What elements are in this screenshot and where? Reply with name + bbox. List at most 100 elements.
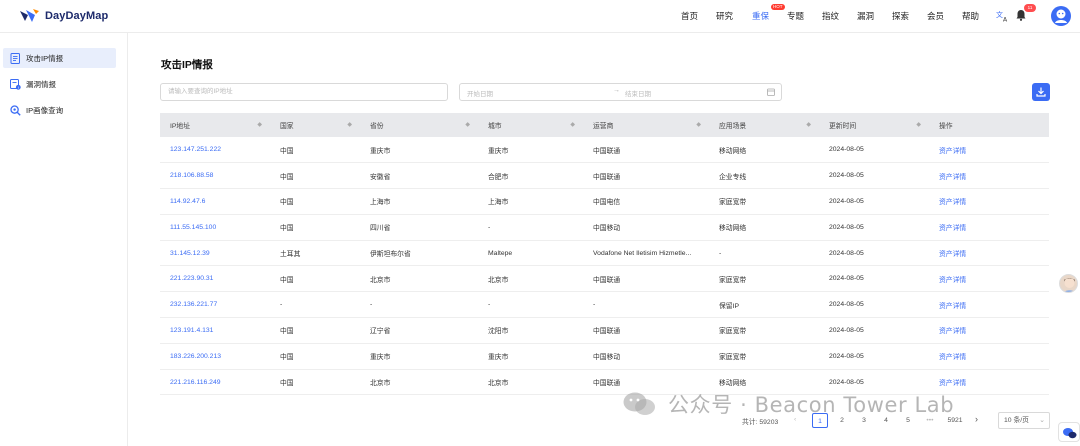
chat-button[interactable] [1058,422,1080,442]
ip-search-input[interactable]: 请输入要查询的IP地址 [160,83,448,101]
cell-province: 伊斯坦布尔省 [360,240,478,267]
cell-city: 重庆市 [478,137,583,164]
sort-icon[interactable]: ◆ [916,121,921,128]
sort-icon[interactable]: ◆ [257,121,262,128]
cell-ip[interactable]: 123.191.4.131 [160,317,270,344]
sort-icon[interactable]: ◆ [465,121,470,128]
cell-updated: 2024-08-05 [819,317,929,344]
cell-action[interactable]: 资产详情 [929,317,1049,344]
cell-scenario: 企业专线 [709,162,819,190]
notification-count-badge: 11 [1024,4,1036,12]
column-header-label: 国家 [280,123,294,130]
cell-action[interactable]: 资产详情 [929,214,1049,241]
page-size-select[interactable]: 10 条/页 ⌄ [998,412,1050,429]
column-header-action: 操作 [929,113,1049,137]
nav-explore[interactable]: 探索 [892,10,909,22]
brand-name: DayDayMap [45,10,109,22]
sidebar-item-vuln-intel[interactable]: ! 漏洞情报 [3,74,116,94]
cell-province: 北京市 [360,369,478,396]
cell-ip[interactable]: 221.216.116.249 [160,369,270,396]
cell-action[interactable]: 资产详情 [929,265,1049,293]
column-header-country[interactable]: 国家 ◆ [270,113,360,137]
start-date-input[interactable]: 开始日期 [467,88,493,98]
cell-province: 北京市 [360,265,478,293]
column-header-label: 运营商 [593,123,614,130]
cell-province: - [360,291,478,319]
cell-action[interactable]: 资产详情 [929,291,1049,319]
sort-icon[interactable]: ◆ [806,121,811,128]
cell-ip[interactable]: 232.136.221.77 [160,291,270,319]
table-row: 114.92.47.6 中国 上海市 上海市 中国电信 家庭宽带 2024-08-05 资产详… [160,188,1049,215]
brand-logo[interactable]: DayDayMap [19,8,108,24]
cell-ip[interactable]: 221.223.90.31 [160,265,270,293]
cell-isp: 中国联通 [583,317,709,344]
cell-ip[interactable]: 114.92.47.6 [160,188,270,215]
wechat-icon [623,392,655,415]
nav-vulnerability[interactable]: 漏洞 [857,10,874,22]
cell-updated: 2024-08-05 [819,188,929,215]
cell-action[interactable]: 资产详情 [929,240,1049,267]
cell-isp: 中国联通 [583,162,709,190]
assistant-avatar-button[interactable] [1059,274,1078,293]
column-header-province[interactable]: 省份 ◆ [360,113,478,137]
column-header-city[interactable]: 城市 ◆ [478,113,583,137]
cell-isp: Vodafone Net Iletisim Hizmetle... [583,240,709,267]
cell-country: 土耳其 [270,240,360,267]
sidebar-item-label: 漏洞情报 [26,79,56,89]
translate-icon[interactable]: 文 A [996,10,1009,22]
nav-help[interactable]: 帮助 [962,10,979,22]
sidebar-item-ip-profile[interactable]: IP画像查询 [3,100,116,120]
cell-province: 安徽省 [360,162,478,190]
cell-scenario: 移动网络 [709,137,819,164]
column-header-updated[interactable]: 更新时间 ◆ [819,113,929,137]
user-avatar[interactable] [1051,6,1071,26]
column-header-label: 城市 [488,123,502,130]
cell-city: 合肥市 [478,162,583,190]
nav-home[interactable]: 首页 [681,10,698,22]
cell-updated: 2024-08-05 [819,343,929,370]
cell-ip[interactable]: 111.55.145.100 [160,214,270,241]
cell-country: - [270,291,360,319]
cell-city: 上海市 [478,188,583,215]
hot-badge: HOT [771,4,785,10]
download-icon [1036,87,1046,97]
next-page-button[interactable]: › [975,414,978,430]
end-date-input[interactable]: 结束日期 [625,88,651,98]
cell-city: 北京市 [478,265,583,293]
cell-action[interactable]: 资产详情 [929,188,1049,215]
cell-scenario: 家庭宽带 [709,343,819,370]
nav-fingerprint[interactable]: 指纹 [822,10,839,22]
cell-ip[interactable]: 123.147.251.222 [160,137,270,164]
column-header-isp[interactable]: 运营商 ◆ [583,113,709,137]
cell-province: 重庆市 [360,137,478,164]
cell-ip[interactable]: 31.145.12.39 [160,240,270,267]
column-header-scenario[interactable]: 应用场景 ◆ [709,113,819,137]
nav-topics[interactable]: 专题 [787,10,804,22]
sort-icon[interactable]: ◆ [696,121,701,128]
nav-membership[interactable]: 会员 [927,10,944,22]
cell-action[interactable]: 资产详情 [929,162,1049,190]
cell-action[interactable]: 资产详情 [929,137,1049,164]
cell-updated: 2024-08-05 [819,240,929,267]
sidebar-item-attack-ip[interactable]: 攻击IP情报 [3,48,116,68]
sort-icon[interactable]: ◆ [347,121,352,128]
nav-research[interactable]: 研究 [716,10,733,22]
sort-icon[interactable]: ◆ [570,121,575,128]
cell-ip[interactable]: 218.106.88.58 [160,162,270,190]
cell-city: - [478,291,583,319]
cell-scenario: - [709,240,819,267]
table-row: 111.55.145.100 中国 四川省 - 中国移动 移动网络 2024-08-05 资产… [160,214,1049,241]
date-range-picker[interactable]: 开始日期 → 结束日期 [459,83,782,101]
cell-scenario: 家庭宽带 [709,317,819,344]
cell-country: 中国 [270,317,360,344]
nav-key-protection[interactable]: 重保 [752,10,769,22]
cell-action[interactable]: 资产详情 [929,343,1049,370]
column-header-ip[interactable]: IP地址 ◆ [160,113,270,137]
download-button[interactable] [1032,83,1050,101]
cell-country: 中国 [270,137,360,164]
cell-province: 四川省 [360,214,478,241]
cell-ip[interactable]: 183.226.200.213 [160,343,270,370]
cell-isp: 中国移动 [583,214,709,241]
chat-icon [1063,428,1077,439]
ip-search-placeholder: 请输入要查询的IP地址 [168,88,233,95]
